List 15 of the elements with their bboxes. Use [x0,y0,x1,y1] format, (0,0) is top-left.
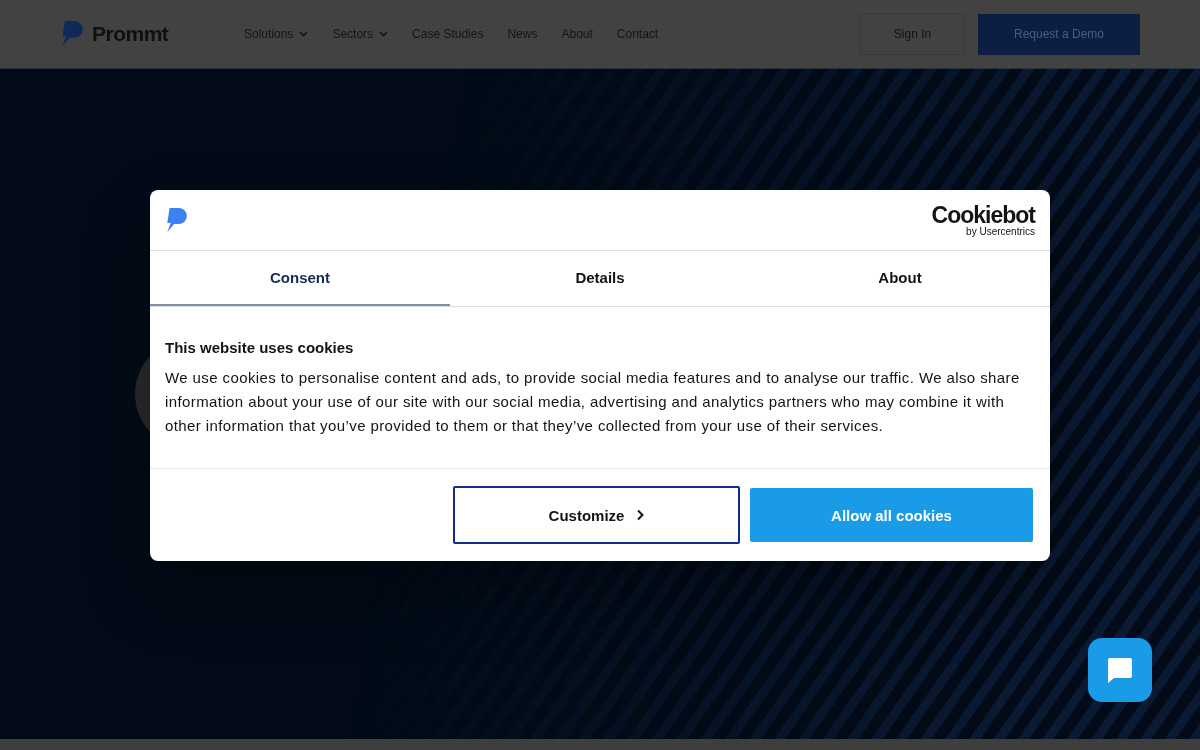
vendor-subtitle: by Usercentrics [966,226,1035,237]
logo-icon [165,207,188,233]
chevron-icon [636,509,645,521]
customize-button[interactable]: Customize [453,486,740,544]
chat-button[interactable] [1088,638,1152,702]
dialog-title: This website uses cookies [165,339,355,356]
chevron-icon [299,31,309,37]
dialog-text: We use cookies to personalise content and ads, to provide social media features and to analyse our traffic. We also share information about your use of our site with our social media, advertising and analytics partners who may combine it with other information that you’ve provided to them or that they’ve collected from your use of their services. [165,368,1021,436]
chat-icon [1106,656,1134,684]
allow-all-button[interactable]: Allow all cookies [750,488,1033,542]
vendor-logo-text: Cookiebot [931,203,1035,227]
request-demo-button[interactable]: Request a Demo [978,13,1140,55]
logo-icon [60,21,84,47]
dialog-tab[interactable]: Consent [150,251,450,306]
chevron-icon [379,31,389,37]
